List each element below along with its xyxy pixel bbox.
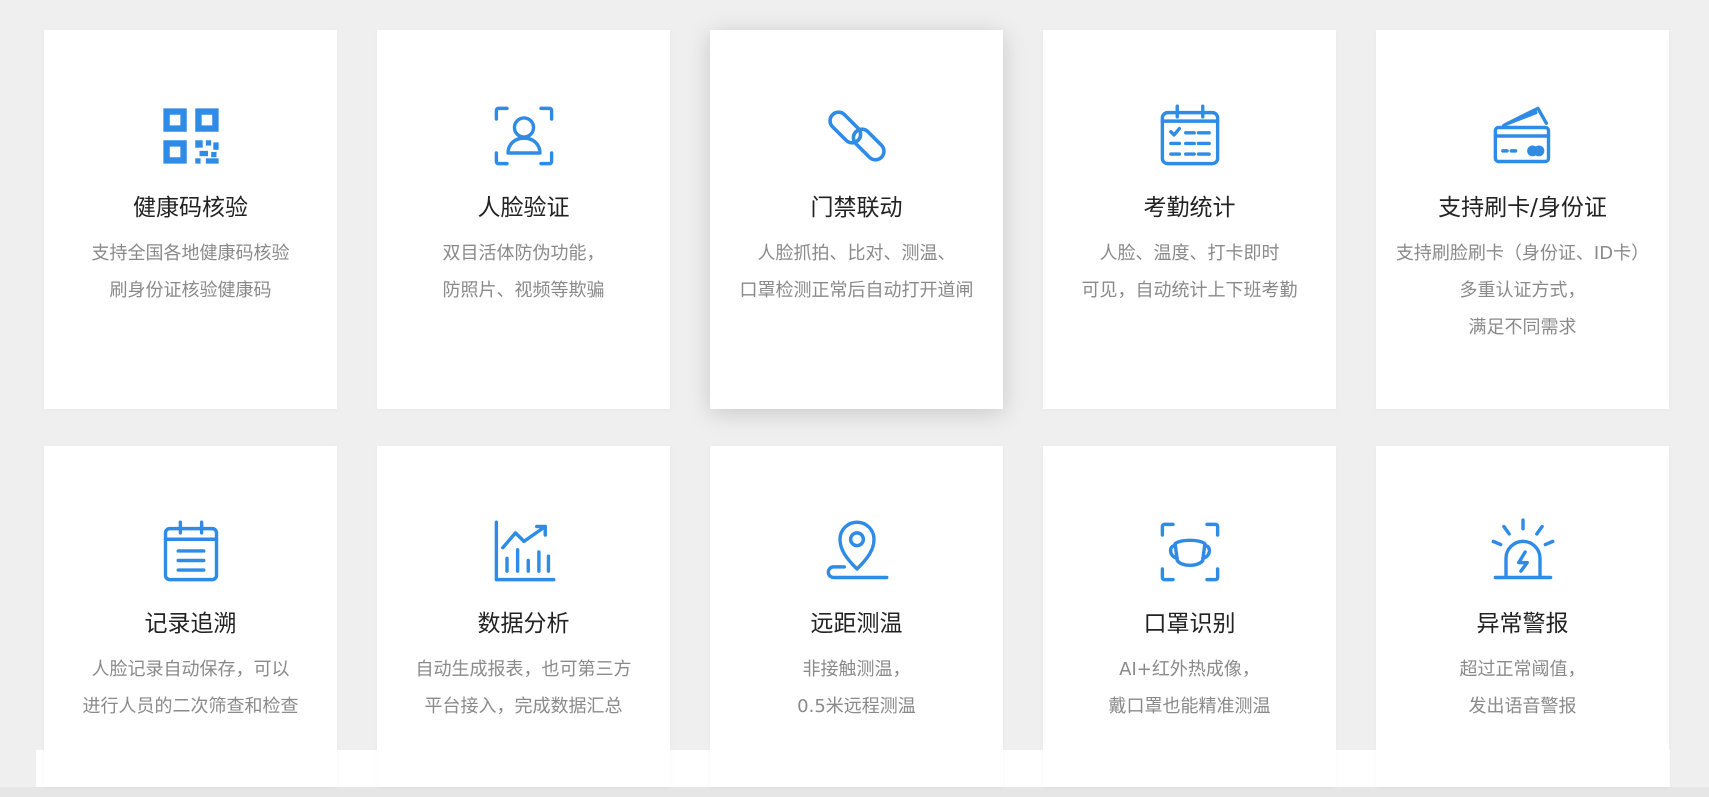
feature-title: 门禁联动 (810, 195, 903, 221)
desc-line: 支持刷脸刷卡（身份证、ID卡） (1395, 243, 1650, 264)
feature-description: 双目活体防伪功能， 防照片、视频等欺骗 (443, 235, 605, 309)
desc-line: 可见，自动统计上下班考勤 (1081, 280, 1298, 301)
feature-title: 异常警报 (1476, 611, 1569, 637)
feature-title: 支持刷卡/身份证 (1438, 195, 1607, 221)
feature-title: 考勤统计 (1143, 195, 1236, 221)
desc-line: 非接触测温， (802, 659, 911, 680)
feature-description: 人脸抓拍、比对、测温、 口罩检测正常后自动打开道闸 (740, 235, 974, 309)
feature-title: 数据分析 (477, 611, 570, 637)
desc-line: 平台接入，完成数据汇总 (424, 696, 623, 717)
desc-line: 自动生成报表，也可第三方 (415, 659, 632, 680)
desc-line: 人脸、温度、打卡即时 (1099, 243, 1280, 264)
desc-line: 人脸抓拍、比对、测温、 (757, 243, 956, 264)
mask-scan-icon (1156, 518, 1224, 586)
id-card-icon (1489, 102, 1557, 170)
desc-line: 人脸记录自动保存，可以 (91, 659, 290, 680)
feature-card-data-analysis[interactable]: 数据分析 自动生成报表，也可第三方 平台接入，完成数据汇总 (377, 446, 670, 787)
feature-title: 远距测温 (810, 611, 903, 637)
feature-description: 自动生成报表，也可第三方 平台接入，完成数据汇总 (416, 651, 632, 725)
face-scan-icon (490, 102, 558, 170)
calendar-checklist-icon (1156, 102, 1224, 170)
alarm-light-icon (1489, 518, 1557, 586)
bar-chart-trend-icon (490, 518, 558, 586)
record-calendar-icon (157, 518, 225, 586)
desc-line: 双目活体防伪功能， (442, 243, 605, 264)
link-icon (823, 102, 891, 170)
feature-description: 人脸记录自动保存，可以 进行人员的二次筛查和检查 (83, 651, 299, 725)
feature-description: 支持刷脸刷卡（身份证、ID卡） 多重认证方式， 满足不同需求 (1396, 235, 1649, 346)
feature-description: 超过正常阈值， 发出语音警报 (1460, 651, 1586, 725)
feature-description: 支持全国各地健康码核验 刷身份证核验健康码 (92, 235, 290, 309)
qr-code-icon (157, 102, 225, 170)
feature-card-face-verify[interactable]: 人脸验证 双目活体防伪功能， 防照片、视频等欺骗 (377, 30, 670, 409)
desc-line: 满足不同需求 (1468, 317, 1577, 338)
feature-card-abnormal-alarm[interactable]: 异常警报 超过正常阈值， 发出语音警报 (1376, 446, 1669, 787)
feature-title: 健康码核验 (133, 195, 248, 221)
feature-card-record-trace[interactable]: 记录追溯 人脸记录自动保存，可以 进行人员的二次筛查和检查 (44, 446, 337, 787)
feature-card-access-control[interactable]: 门禁联动 人脸抓拍、比对、测温、 口罩检测正常后自动打开道闸 (710, 30, 1003, 409)
feature-card-mask-detection[interactable]: 口罩识别 AI+红外热成像， 戴口罩也能精准测温 (1043, 446, 1336, 787)
desc-line: 多重认证方式， (1459, 280, 1586, 301)
desc-line: 刷身份证核验健康码 (109, 280, 272, 301)
location-pin-icon (823, 518, 891, 586)
desc-line: 支持全国各地健康码核验 (91, 243, 290, 264)
desc-line: AI+红外热成像， (1119, 659, 1260, 680)
desc-line: 超过正常阈值， (1459, 659, 1586, 680)
feature-card-attendance[interactable]: 考勤统计 人脸、温度、打卡即时 可见，自动统计上下班考勤 (1043, 30, 1336, 409)
desc-line: 进行人员的二次筛查和检查 (82, 696, 299, 717)
feature-title: 人脸验证 (477, 195, 570, 221)
feature-title: 口罩识别 (1143, 611, 1236, 637)
feature-card-card-swipe[interactable]: 支持刷卡/身份证 支持刷脸刷卡（身份证、ID卡） 多重认证方式， 满足不同需求 (1376, 30, 1669, 409)
feature-description: 人脸、温度、打卡即时 可见，自动统计上下班考勤 (1082, 235, 1298, 309)
feature-grid: 健康码核验 支持全国各地健康码核验 刷身份证核验健康码 人脸验证 双目活体防伪功… (44, 30, 1669, 787)
feature-title: 记录追溯 (144, 611, 237, 637)
desc-line: 防照片、视频等欺骗 (442, 280, 605, 301)
feature-card-health-code[interactable]: 健康码核验 支持全国各地健康码核验 刷身份证核验健康码 (44, 30, 337, 409)
desc-line: 戴口罩也能精准测温 (1108, 696, 1271, 717)
desc-line: 口罩检测正常后自动打开道闸 (739, 280, 974, 301)
feature-description: AI+红外热成像， 戴口罩也能精准测温 (1109, 651, 1271, 725)
desc-line: 发出语音警报 (1468, 696, 1577, 717)
feature-description: 非接触测温， 0.5米远程测温 (797, 651, 916, 725)
page-bottom-strip (0, 787, 1709, 797)
feature-card-remote-temperature[interactable]: 远距测温 非接触测温， 0.5米远程测温 (710, 446, 1003, 787)
desc-line: 0.5米远程测温 (797, 696, 916, 717)
